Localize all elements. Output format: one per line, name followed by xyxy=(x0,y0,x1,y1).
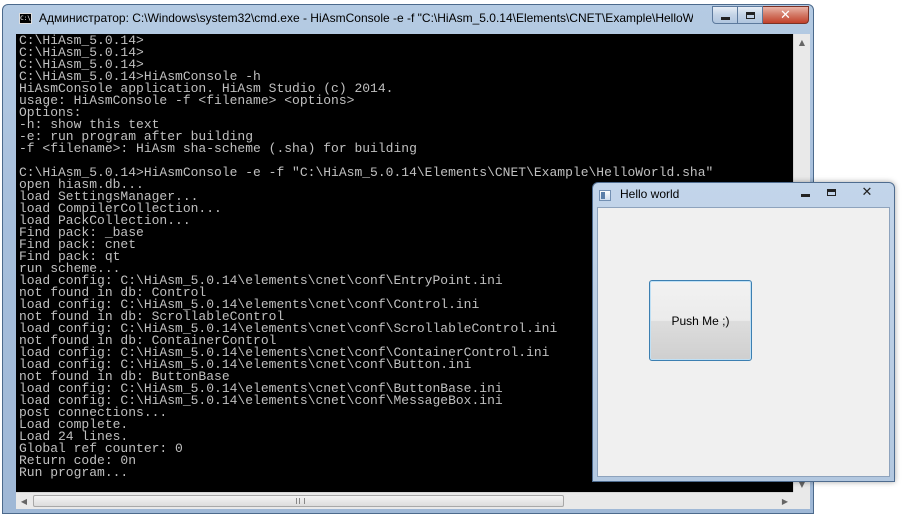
horizontal-scrollbar[interactable]: ◀ ▶ xyxy=(16,492,793,509)
hello-minimize-button[interactable] xyxy=(792,184,818,201)
hello-maximize-button[interactable] xyxy=(818,184,844,201)
cmd-app-icon: C:\ xyxy=(19,13,32,24)
horizontal-scroll-thumb[interactable] xyxy=(33,495,564,507)
close-icon: ✕ xyxy=(861,185,873,200)
minimize-icon xyxy=(720,16,730,20)
cmd-window-title: Администратор: C:\Windows\system32\cmd.e… xyxy=(39,11,693,25)
cmd-minimize-button[interactable] xyxy=(712,6,738,24)
cmd-close-button[interactable]: ✕ xyxy=(763,6,809,24)
console-line: -f <filename>: HiAsm sha-scheme (.sha) f… xyxy=(19,141,417,156)
grip-icon xyxy=(295,498,305,504)
hello-close-button[interactable]: ✕ xyxy=(844,184,890,201)
minimize-icon xyxy=(800,194,810,197)
scroll-up-icon[interactable]: ▲ xyxy=(794,34,810,50)
maximize-icon xyxy=(826,189,836,196)
hello-caption-buttons: ✕ xyxy=(792,184,890,201)
cmd-caption-buttons: ✕ xyxy=(712,6,809,24)
maximize-icon xyxy=(745,11,755,19)
hello-window-title: Hello world xyxy=(620,187,680,201)
window-icon xyxy=(599,190,611,201)
cmd-maximize-button[interactable] xyxy=(738,6,763,24)
scroll-left-icon[interactable]: ◀ xyxy=(16,493,32,509)
scroll-right-icon[interactable]: ▶ xyxy=(777,493,793,509)
cmd-titlebar[interactable]: C:\ Администратор: C:\Windows\system32\c… xyxy=(3,5,813,32)
close-icon: ✕ xyxy=(780,7,791,23)
hello-window-client: Push Me ;) xyxy=(597,207,890,477)
push-me-button[interactable]: Push Me ;) xyxy=(649,280,752,361)
hello-world-window[interactable]: Hello world ✕ Push Me ;) xyxy=(592,182,895,482)
scrollbar-corner xyxy=(793,492,810,509)
console-line: usage: HiAsmConsole -f <filename> <optio… xyxy=(19,93,355,108)
